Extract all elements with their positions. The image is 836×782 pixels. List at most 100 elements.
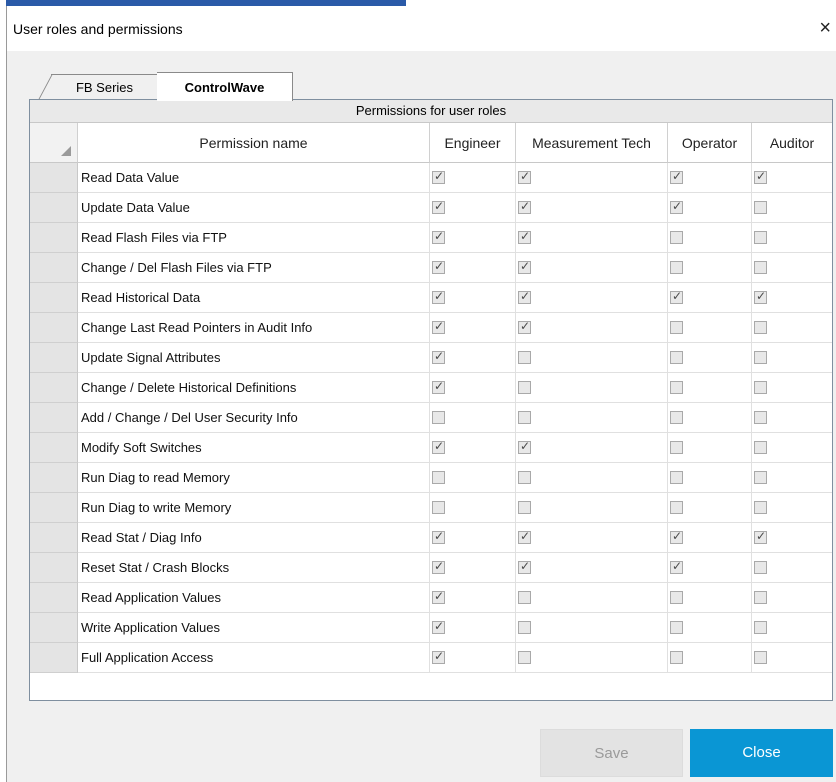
row-header[interactable]: [30, 193, 78, 223]
save-button[interactable]: Save: [540, 729, 683, 777]
close-icon[interactable]: ×: [819, 18, 831, 38]
checkbox-measurement-tech[interactable]: [518, 199, 531, 214]
checkbox-auditor[interactable]: [754, 261, 767, 274]
row-header[interactable]: [30, 343, 78, 373]
checkbox-operator[interactable]: [670, 621, 683, 634]
checkbox-measurement-tech[interactable]: [518, 381, 531, 394]
row-header[interactable]: [30, 433, 78, 463]
checkbox-auditor[interactable]: [754, 561, 767, 574]
checkbox-engineer[interactable]: [432, 529, 445, 544]
checkbox-auditor[interactable]: [754, 529, 767, 544]
checkbox-engineer[interactable]: [432, 559, 445, 574]
row-header[interactable]: [30, 523, 78, 553]
select-all-corner[interactable]: [30, 123, 78, 163]
checkbox-operator[interactable]: [670, 501, 683, 514]
checkbox-engineer[interactable]: [432, 169, 445, 184]
checkbox-auditor[interactable]: [754, 471, 767, 484]
checkbox-auditor[interactable]: [754, 231, 767, 244]
checkbox-engineer[interactable]: [432, 471, 445, 484]
checkbox-operator[interactable]: [670, 231, 683, 244]
checkbox-operator[interactable]: [670, 199, 683, 214]
permission-cell-measurement-tech: [516, 283, 668, 313]
checkbox-operator[interactable]: [670, 169, 683, 184]
checkbox-measurement-tech[interactable]: [518, 319, 531, 334]
checkbox-operator[interactable]: [670, 351, 683, 364]
checkbox-auditor[interactable]: [754, 651, 767, 664]
checkbox-auditor[interactable]: [754, 289, 767, 304]
checkbox-engineer[interactable]: [432, 199, 445, 214]
checkbox-operator[interactable]: [670, 529, 683, 544]
checkbox-engineer[interactable]: [432, 349, 445, 364]
checkbox-operator[interactable]: [670, 651, 683, 664]
checkbox-engineer[interactable]: [432, 589, 445, 604]
checkbox-measurement-tech[interactable]: [518, 259, 531, 274]
checkbox-measurement-tech[interactable]: [518, 471, 531, 484]
checkbox-auditor[interactable]: [754, 411, 767, 424]
close-button[interactable]: Close: [690, 729, 833, 777]
checkbox-engineer[interactable]: [432, 501, 445, 514]
checkbox-operator[interactable]: [670, 411, 683, 424]
checkbox-operator[interactable]: [670, 381, 683, 394]
checkbox-auditor[interactable]: [754, 201, 767, 214]
checkbox-measurement-tech[interactable]: [518, 289, 531, 304]
row-header[interactable]: [30, 223, 78, 253]
checkbox-auditor[interactable]: [754, 591, 767, 604]
checkbox-measurement-tech[interactable]: [518, 621, 531, 634]
checkbox-measurement-tech[interactable]: [518, 411, 531, 424]
checkbox-auditor[interactable]: [754, 381, 767, 394]
column-header-permission-name[interactable]: Permission name: [78, 123, 430, 163]
row-header[interactable]: [30, 403, 78, 433]
column-header-operator[interactable]: Operator: [668, 123, 752, 163]
checkbox-operator[interactable]: [670, 559, 683, 574]
column-header-engineer[interactable]: Engineer: [430, 123, 516, 163]
checkbox-measurement-tech[interactable]: [518, 591, 531, 604]
checkbox-engineer[interactable]: [432, 289, 445, 304]
column-header-auditor[interactable]: Auditor: [752, 123, 832, 163]
checkbox-measurement-tech[interactable]: [518, 439, 531, 454]
checkbox-measurement-tech[interactable]: [518, 169, 531, 184]
checkbox-engineer[interactable]: [432, 319, 445, 334]
row-header[interactable]: [30, 613, 78, 643]
checkbox-engineer[interactable]: [432, 649, 445, 664]
checkbox-measurement-tech[interactable]: [518, 351, 531, 364]
checkbox-measurement-tech[interactable]: [518, 529, 531, 544]
checkbox-operator[interactable]: [670, 441, 683, 454]
tab-controlwave[interactable]: ControlWave: [157, 72, 293, 101]
checkbox-engineer[interactable]: [432, 259, 445, 274]
checkbox-engineer[interactable]: [432, 379, 445, 394]
row-header[interactable]: [30, 253, 78, 283]
row-header[interactable]: [30, 463, 78, 493]
tab-fb-series[interactable]: FB Series: [51, 74, 159, 100]
row-header[interactable]: [30, 583, 78, 613]
checkbox-engineer[interactable]: [432, 439, 445, 454]
permission-name-cell: Add / Change / Del User Security Info: [78, 403, 430, 433]
checkbox-operator[interactable]: [670, 289, 683, 304]
permission-name-cell: Run Diag to write Memory: [78, 493, 430, 523]
checkbox-engineer[interactable]: [432, 229, 445, 244]
row-header[interactable]: [30, 553, 78, 583]
checkbox-operator[interactable]: [670, 471, 683, 484]
checkbox-auditor[interactable]: [754, 321, 767, 334]
row-header[interactable]: [30, 493, 78, 523]
checkbox-operator[interactable]: [670, 591, 683, 604]
checkbox-operator[interactable]: [670, 321, 683, 334]
checkbox-auditor[interactable]: [754, 441, 767, 454]
row-header[interactable]: [30, 313, 78, 343]
row-header[interactable]: [30, 373, 78, 403]
row-header[interactable]: [30, 283, 78, 313]
checkbox-auditor[interactable]: [754, 169, 767, 184]
checkbox-measurement-tech[interactable]: [518, 651, 531, 664]
permission-name-cell: Modify Soft Switches: [78, 433, 430, 463]
checkbox-operator[interactable]: [670, 261, 683, 274]
checkbox-auditor[interactable]: [754, 351, 767, 364]
checkbox-auditor[interactable]: [754, 501, 767, 514]
checkbox-measurement-tech[interactable]: [518, 501, 531, 514]
column-header-measurement-tech[interactable]: Measurement Tech: [516, 123, 668, 163]
checkbox-auditor[interactable]: [754, 621, 767, 634]
row-header[interactable]: [30, 163, 78, 193]
checkbox-engineer[interactable]: [432, 619, 445, 634]
checkbox-measurement-tech[interactable]: [518, 229, 531, 244]
checkbox-measurement-tech[interactable]: [518, 559, 531, 574]
checkbox-engineer[interactable]: [432, 411, 445, 424]
row-header[interactable]: [30, 643, 78, 673]
